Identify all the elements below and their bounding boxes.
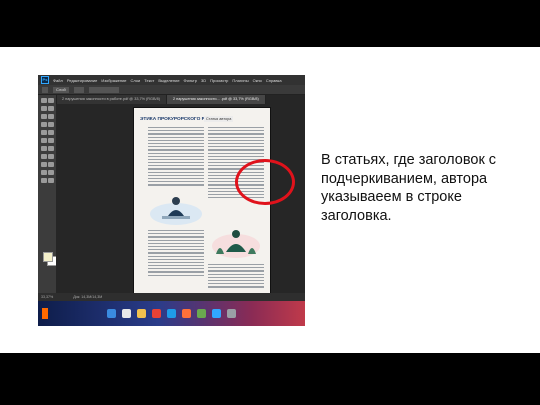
zoom-level[interactable]: 33,37% xyxy=(41,295,53,299)
windows-icon[interactable] xyxy=(107,309,116,318)
photoshop-screenshot: Ps Файл Редактирование Изображение Слои … xyxy=(38,75,305,301)
tools-panel xyxy=(38,95,57,293)
chrome-icon[interactable] xyxy=(152,309,161,318)
illustration-figure-with-plants xyxy=(212,230,260,258)
photoshop-icon[interactable] xyxy=(212,309,221,318)
menu-text[interactable]: Текст xyxy=(144,78,154,83)
text-column-left xyxy=(148,127,204,186)
menu-image[interactable]: Изображение xyxy=(101,78,126,83)
marquee-tool-icon[interactable] xyxy=(48,98,54,103)
foreground-color-swatch[interactable] xyxy=(43,252,53,262)
type-tool-icon[interactable] xyxy=(41,162,47,167)
menu-window[interactable]: Окно xyxy=(253,78,262,83)
move-tool-icon[interactable] xyxy=(41,98,47,103)
lasso-tool-icon[interactable] xyxy=(41,106,47,111)
tab-document-2[interactable]: 2 нарушения законности... .pdf @ 33,7% (… xyxy=(166,95,266,104)
menu-view[interactable]: Просмотр xyxy=(210,78,228,83)
illustration-officer-at-desk xyxy=(150,197,202,225)
document-tabs: 2 нарушения законности в работе.pdf @ 33… xyxy=(56,95,305,104)
home-icon[interactable] xyxy=(42,86,48,93)
menu-filter[interactable]: Фильтр xyxy=(184,78,197,83)
layer-select[interactable]: Слой xyxy=(53,86,69,93)
document-size: Док: 14,3M/14,3M xyxy=(73,295,103,299)
path-select-tool-icon[interactable] xyxy=(48,162,54,167)
eraser-tool-icon[interactable] xyxy=(48,138,54,143)
menu-edit[interactable]: Редактирование xyxy=(67,78,97,83)
slide: Ps Файл Редактирование Изображение Слои … xyxy=(0,47,540,353)
blur-tool-icon[interactable] xyxy=(48,146,54,151)
firefox-icon[interactable] xyxy=(182,309,191,318)
slide-caption: В статьях, где заголовок с подчеркивание… xyxy=(321,152,497,224)
windows-taskbar xyxy=(38,301,305,326)
highlight-circle xyxy=(235,159,295,205)
text-column-right-lower xyxy=(208,264,264,288)
photoshop-logo-icon[interactable]: Ps xyxy=(41,76,49,84)
magic-wand-tool-icon[interactable] xyxy=(48,106,54,111)
status-bar: 33,37% Док: 14,3M/14,3M xyxy=(38,293,305,301)
folder-icon[interactable] xyxy=(137,309,146,318)
hand-tool-icon[interactable] xyxy=(48,170,54,175)
app-icon[interactable] xyxy=(197,309,206,318)
transform-controls[interactable] xyxy=(88,86,119,93)
history-brush-tool-icon[interactable] xyxy=(41,138,47,143)
crop-tool-icon[interactable] xyxy=(41,114,47,119)
text-column-left-lower xyxy=(148,230,204,276)
menu-3d[interactable]: 3D xyxy=(201,78,206,83)
eyedropper-tool-icon[interactable] xyxy=(41,122,47,127)
menu-layers[interactable]: Слои xyxy=(131,78,141,83)
settings-icon[interactable] xyxy=(227,309,236,318)
tab-document-1[interactable]: 2 нарушения законности в работе.pdf @ 33… xyxy=(56,95,167,104)
menu-bar: Ps Файл Редактирование Изображение Слои … xyxy=(38,75,305,85)
widgets-icon[interactable] xyxy=(42,308,48,319)
author-line: Статья автора xyxy=(204,116,234,122)
gradient-tool-icon[interactable] xyxy=(41,146,47,151)
menu-plugins[interactable]: Плагины xyxy=(232,78,248,83)
frame-tool-icon[interactable] xyxy=(48,114,54,119)
options-bar: Слой xyxy=(38,85,305,95)
shape-tool-icon[interactable] xyxy=(41,170,47,175)
menu-file[interactable]: Файл xyxy=(53,78,63,83)
menu-help[interactable]: Справка xyxy=(266,78,282,83)
menu-select[interactable]: Выделение xyxy=(158,78,179,83)
brush-tool-icon[interactable] xyxy=(41,130,47,135)
stamp-tool-icon[interactable] xyxy=(48,130,54,135)
healing-tool-icon[interactable] xyxy=(48,122,54,127)
more-tools-icon[interactable] xyxy=(48,178,54,183)
edge-icon[interactable] xyxy=(167,309,176,318)
pen-tool-icon[interactable] xyxy=(48,154,54,159)
auto-select-checkbox[interactable] xyxy=(73,86,84,93)
search-icon[interactable] xyxy=(122,309,131,318)
zoom-tool-icon[interactable] xyxy=(41,178,47,183)
dodge-tool-icon[interactable] xyxy=(41,154,47,159)
